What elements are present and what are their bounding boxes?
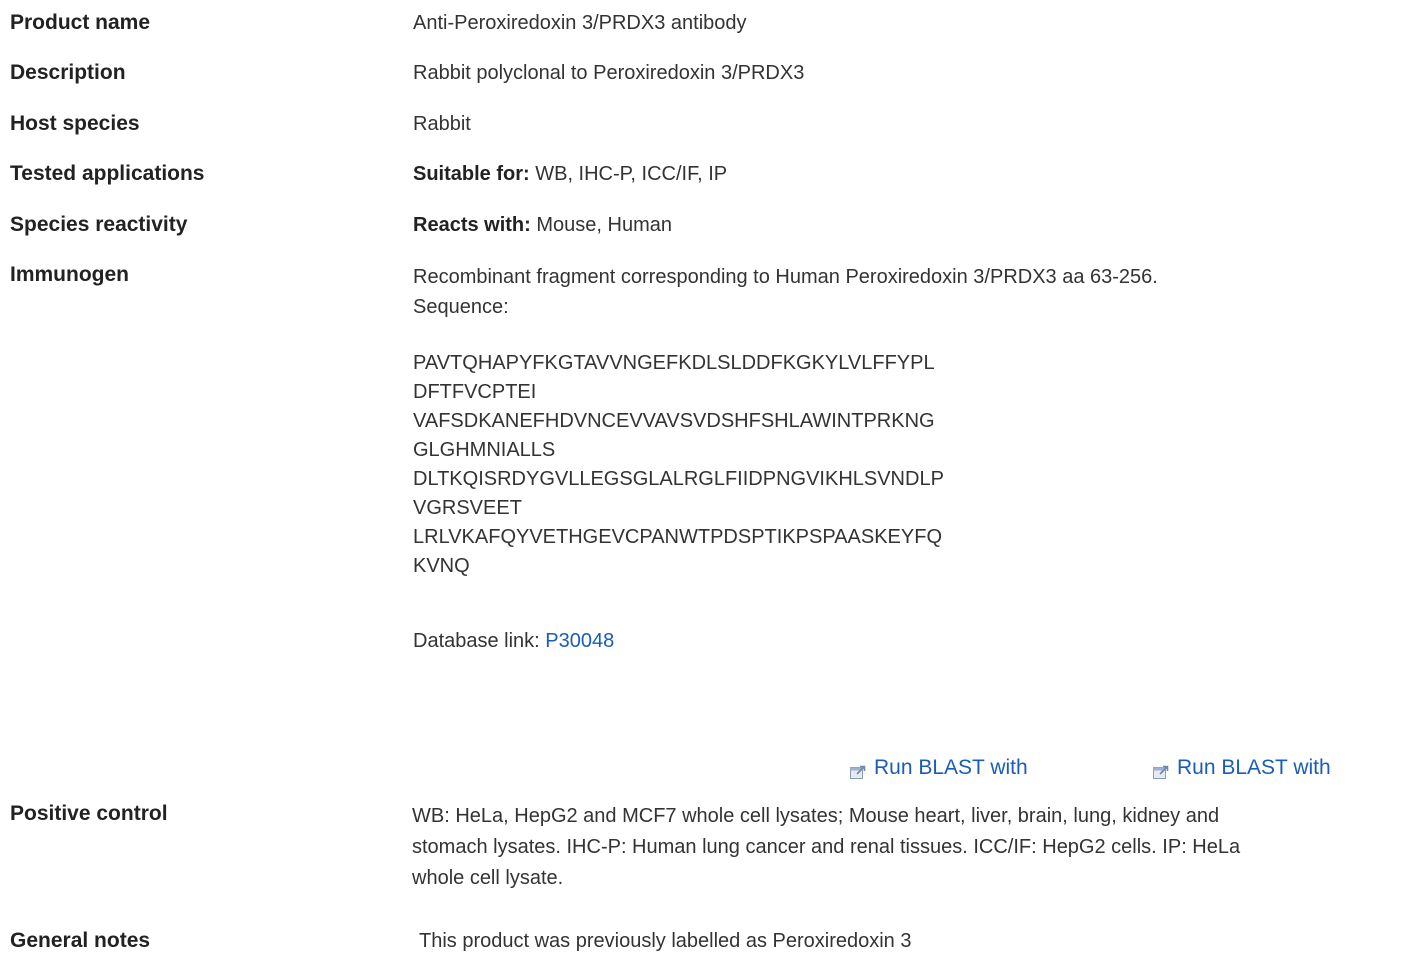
sequence-line: PAVTQHAPYFKGTAVVNGEFKDLSLDDFKGKYLVLFFYPL xyxy=(413,352,935,374)
sequence-line: LRLVKAFQYVETHGEVCPANWTPDSPTIKPSPAASKEYFQ xyxy=(413,526,943,548)
run-blast-label: Run BLAST with xyxy=(874,756,1028,779)
positive-control-line: WB: HeLa, HepG2 and MCF7 whole cell lysa… xyxy=(412,805,1220,827)
positive-control-line: whole cell lysate. xyxy=(412,867,564,889)
external-link-icon xyxy=(1153,761,1169,779)
value-tested-applications: Suitable for: WB, IHC-P, ICC/IF, IP xyxy=(413,161,1388,187)
immunogen-description: Recombinant fragment corresponding to Hu… xyxy=(413,266,1158,288)
label-tested-applications: Tested applications xyxy=(10,162,205,185)
value-immunogen: Recombinant fragment corresponding to Hu… xyxy=(413,262,1388,654)
sequence-line: VGRSVEET xyxy=(413,497,522,519)
label-general-notes: General notes xyxy=(10,929,151,952)
label-product-name: Product name xyxy=(10,11,151,34)
value-positive-control: WB: HeLa, HepG2 and MCF7 whole cell lysa… xyxy=(412,801,1387,894)
sequence-heading: Sequence: xyxy=(413,296,509,318)
external-link-icon xyxy=(850,761,866,779)
database-link-label: Database link: xyxy=(413,630,546,652)
value-product-name: Anti-Peroxiredoxin 3/PRDX3 antibody xyxy=(413,12,747,34)
sequence-line: DFTFVCPTEI xyxy=(413,381,537,403)
value-species-reactivity: Reacts with: Mouse, Human xyxy=(413,212,1388,238)
species-list: Mouse, Human xyxy=(530,214,672,236)
sequence-line: KVNQ xyxy=(413,555,470,577)
applications-list: WB, IHC-P, ICC/IF, IP xyxy=(529,163,728,185)
label-description: Description xyxy=(10,61,126,84)
sequence-line: DLTKQISRDYGVLLEGSGLALRGLFIIDPNGVIKHLSVND… xyxy=(413,468,944,490)
product-datasheet: Product name Anti-Peroxiredoxin 3/PRDX3 … xyxy=(0,0,1405,956)
value-host-species: Rabbit xyxy=(413,113,471,135)
suitable-for-prefix: Suitable for: xyxy=(413,163,530,185)
run-blast-button-2[interactable]: Run BLAST with xyxy=(1153,756,1331,780)
sequence-line: GLGHMNIALLS xyxy=(413,439,556,461)
label-host-species: Host species xyxy=(10,112,140,135)
sequence-line: VAFSDKANEFHDVNCEVVAVSVDSHFSHLAWINTPRKNG xyxy=(413,410,935,432)
database-link-p30048[interactable]: P30048 xyxy=(545,630,614,652)
reacts-with-prefix: Reacts with: xyxy=(413,214,531,236)
run-blast-button-1[interactable]: Run BLAST with xyxy=(850,756,1028,780)
label-positive-control: Positive control xyxy=(10,802,168,825)
sequence-block: PAVTQHAPYFKGTAVVNGEFKDLSLDDFKGKYLVLFFYPL… xyxy=(413,349,1388,581)
label-immunogen: Immunogen xyxy=(10,263,129,286)
value-description: Rabbit polyclonal to Peroxiredoxin 3/PRD… xyxy=(413,62,805,84)
database-link-line: Database link: P30048 xyxy=(413,628,1388,654)
label-species-reactivity: Species reactivity xyxy=(10,213,188,236)
run-blast-label: Run BLAST with xyxy=(1177,756,1331,779)
positive-control-line: stomach lysates. IHC-P: Human lung cance… xyxy=(412,836,1241,858)
value-general-notes: This product was previously labelled as … xyxy=(419,930,912,952)
